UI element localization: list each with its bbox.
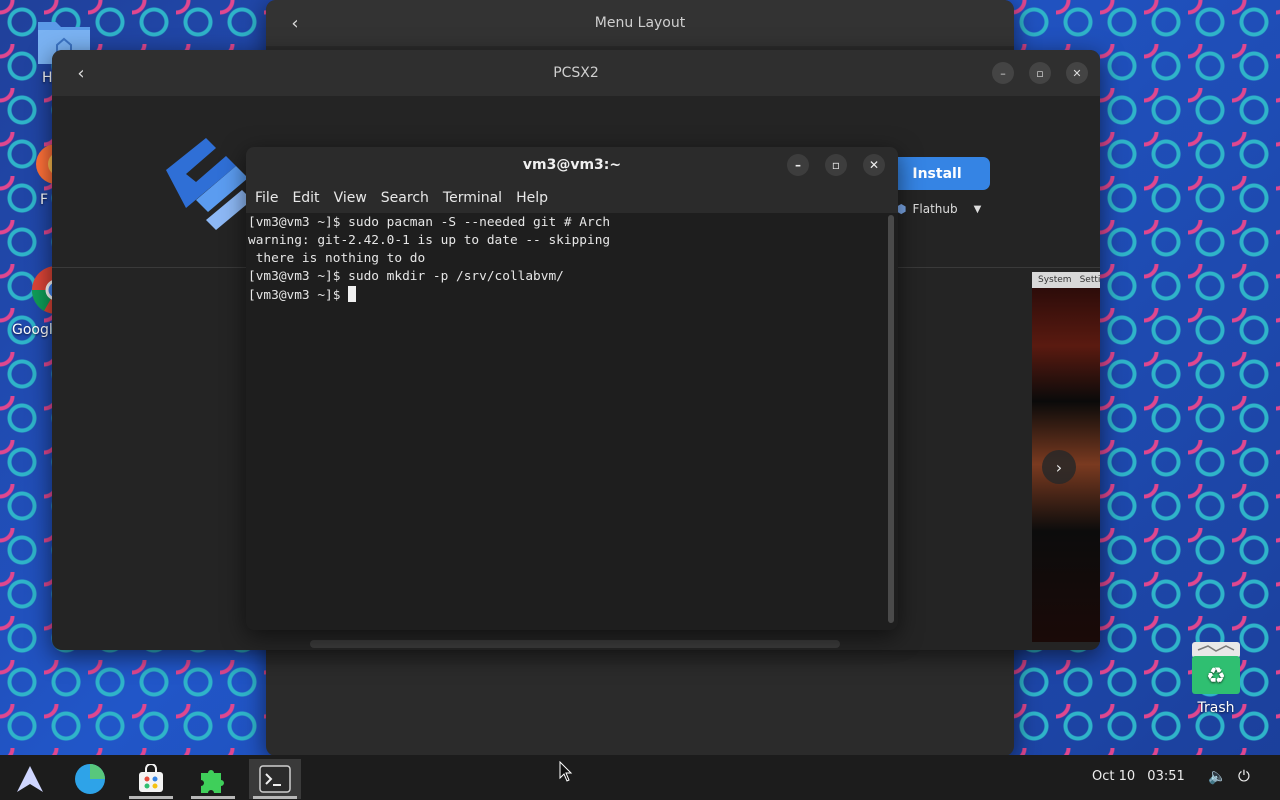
trash-icon: ♻ [1192, 642, 1240, 694]
terminal-prompt-line: [vm3@vm3 ~]$ [248, 286, 884, 305]
menu-view[interactable]: View [334, 190, 374, 206]
menu-terminal[interactable]: Terminal [443, 190, 509, 206]
horizontal-scrollbar[interactable] [310, 640, 840, 648]
menu-help[interactable]: Help [516, 190, 555, 206]
terminal-app[interactable] [249, 759, 301, 799]
terminal-icon [259, 765, 291, 793]
power-icon[interactable]: ⏻ [1238, 767, 1250, 785]
terminal-line: warning: git-2.42.0-1 is up to date -- s… [248, 233, 611, 248]
close-button[interactable]: ✕ [1066, 62, 1088, 84]
terminal-line: [vm3@vm3 ~]$ sudo mkdir -p /srv/collabvm… [248, 269, 564, 284]
minimize-button[interactable]: – [787, 154, 809, 176]
pcsx2-header: ‹ PCSX2 – ▫ ✕ [52, 50, 1100, 96]
desktop-icon-trash[interactable]: ♻ Trash [1188, 640, 1244, 716]
arch-menu-icon [17, 766, 43, 792]
arch-menu-button[interactable] [4, 759, 56, 799]
taskbar: Oct 10 03:51 🔈 ⏻ [0, 755, 1280, 800]
extensions-puzzle-icon [201, 770, 224, 793]
install-button[interactable]: Install [884, 157, 990, 190]
svg-text:♻: ♻ [1206, 664, 1226, 689]
menu-search[interactable]: Search [381, 190, 436, 206]
clock-date: Oct 10 [1092, 769, 1136, 784]
maximize-button[interactable]: ▫ [1029, 62, 1051, 84]
window-title: vm3@vm3:~ [522, 157, 622, 173]
mouse-pointer-icon [559, 761, 573, 782]
terminal-window[interactable]: vm3@vm3:~ – ▫ ✕ File Edit View Search Te… [246, 147, 898, 630]
screenshot-menu: System Setti [1032, 272, 1100, 288]
back-arrow-icon[interactable]: ‹ [68, 60, 94, 86]
strip-tab: Setti [1079, 275, 1100, 285]
next-screenshot-button[interactable]: › [1042, 450, 1076, 484]
browser-app[interactable] [64, 759, 116, 799]
strip-tab: System [1038, 275, 1072, 285]
window-title: Menu Layout [594, 15, 686, 31]
menu-edit[interactable]: Edit [292, 190, 326, 206]
menu-file[interactable]: File [255, 190, 285, 206]
close-button[interactable]: ✕ [863, 154, 885, 176]
maximize-button[interactable]: ▫ [825, 154, 847, 176]
source-label: Flathub [912, 202, 958, 216]
terminal-menubar: File Edit View Search Terminal Help [246, 183, 898, 213]
software-store-app[interactable] [125, 759, 177, 799]
terminal-line: [vm3@vm3 ~]$ sudo pacman -S --needed git… [248, 215, 611, 230]
volume-icon[interactable]: 🔈 [1208, 767, 1227, 785]
menu-layout-header: ‹ Menu Layout [266, 0, 1014, 46]
back-arrow-icon[interactable]: ‹ [282, 10, 308, 36]
terminal-prompt: [vm3@vm3 ~]$ [248, 288, 349, 303]
terminal-line: there is nothing to do [248, 251, 426, 266]
terminal-header: vm3@vm3:~ – ▫ ✕ [246, 147, 898, 183]
software-store-icon [139, 764, 163, 792]
window-title: PCSX2 [553, 65, 599, 81]
clock-time: 03:51 [1147, 769, 1185, 784]
vertical-scrollbar[interactable] [888, 215, 894, 623]
text-cursor [348, 286, 357, 302]
pcsx2-logo-icon [166, 138, 252, 230]
terminal-output[interactable]: [vm3@vm3 ~]$ sudo pacman -S --needed git… [246, 213, 886, 628]
clock[interactable]: Oct 10 03:51 [1092, 769, 1185, 784]
browser-globe-icon [75, 764, 105, 794]
source-selector[interactable]: ⬢ Flathub ▼ [896, 202, 981, 216]
chevron-down-icon: ▼ [973, 203, 982, 215]
desktop-icon-label: Trash [1197, 700, 1235, 716]
minimize-button[interactable]: – [992, 62, 1014, 84]
extensions-app[interactable] [187, 759, 239, 799]
